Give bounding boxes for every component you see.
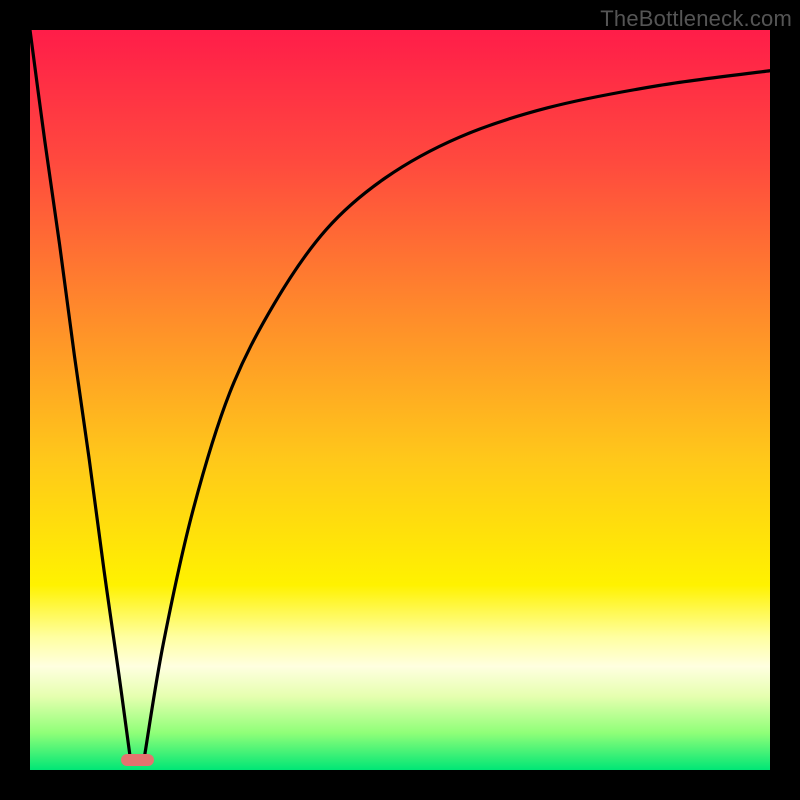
chart-frame: TheBottleneck.com (0, 0, 800, 800)
bottleneck-marker (121, 754, 154, 766)
right-branch-path (145, 71, 770, 756)
watermark-text: TheBottleneck.com (600, 6, 792, 32)
plot-area (30, 30, 770, 770)
left-branch-path (30, 30, 130, 755)
curve-layer (30, 30, 770, 770)
